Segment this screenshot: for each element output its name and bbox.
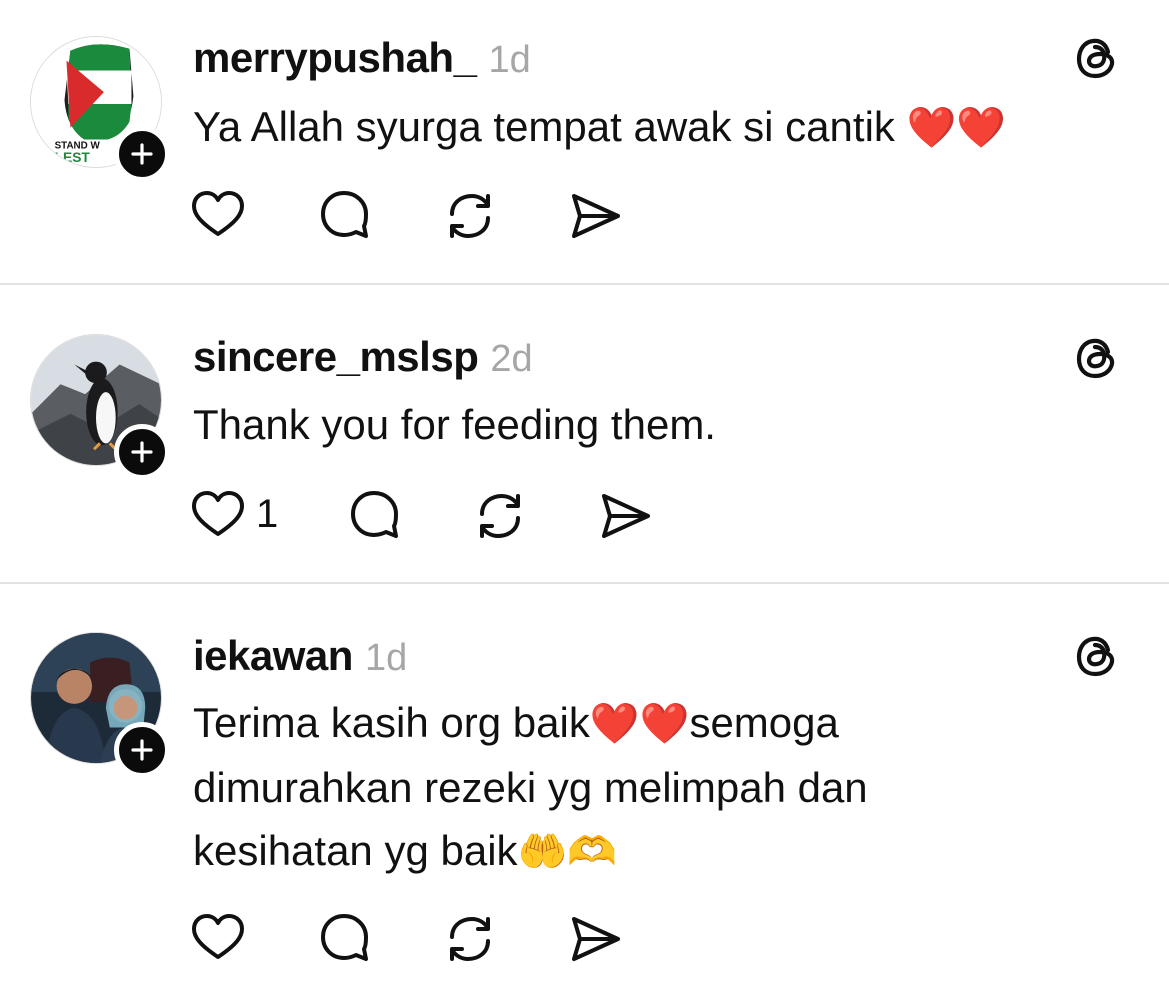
repost-button[interactable] bbox=[442, 188, 498, 244]
heart-outline-icon bbox=[192, 914, 244, 959]
share-button[interactable] bbox=[598, 488, 654, 544]
username[interactable]: iekawan bbox=[193, 632, 353, 680]
text-segment: kesihatan yg baik bbox=[193, 827, 518, 874]
post-3: iekawan 1d Terima kasih org baik❤️❤️semo… bbox=[0, 584, 1169, 999]
svg-text:LEST: LEST bbox=[55, 150, 91, 165]
post-text-line-1: Terima kasih org baik❤️❤️semoga bbox=[193, 691, 1093, 756]
reply-button[interactable] bbox=[318, 911, 374, 967]
heart-outline-icon bbox=[192, 191, 244, 236]
repost-arrows-icon bbox=[480, 494, 520, 538]
timestamp: 2d bbox=[490, 338, 533, 380]
repost-button[interactable] bbox=[442, 911, 498, 967]
threads-logo-icon[interactable] bbox=[1072, 630, 1122, 680]
username[interactable]: merrypushah_ bbox=[193, 34, 477, 82]
post-header: iekawan 1d bbox=[193, 632, 408, 680]
red-heart-emoji: ❤️❤️ bbox=[906, 105, 1007, 151]
reply-button[interactable] bbox=[318, 188, 374, 244]
threads-logo-icon[interactable] bbox=[1072, 32, 1122, 82]
paper-plane-icon bbox=[572, 194, 620, 238]
text-segment: semoga bbox=[689, 699, 839, 746]
avatar-iekawan[interactable] bbox=[30, 632, 170, 778]
paper-plane-icon bbox=[572, 917, 620, 961]
hands-emoji: 🤲🫶 bbox=[517, 829, 618, 875]
follow-button[interactable] bbox=[114, 722, 170, 778]
like-button[interactable] bbox=[190, 911, 246, 967]
share-button[interactable] bbox=[568, 911, 624, 967]
username[interactable]: sincere_mslsp bbox=[193, 333, 479, 381]
plus-icon bbox=[131, 739, 153, 761]
text-segment: Terima kasih org baik bbox=[193, 699, 590, 746]
post-1: STAND W LEST merrypushah_ 1d Ya Allah sy… bbox=[0, 0, 1169, 284]
paper-plane-icon bbox=[602, 494, 650, 538]
post-text: Terima kasih org baik❤️❤️semoga dimurahk… bbox=[193, 691, 1093, 884]
post-header: merrypushah_ 1d bbox=[193, 34, 531, 82]
follow-button[interactable] bbox=[114, 126, 170, 182]
post-text-line-2: dimurahkan rezeki yg melimpah dan bbox=[193, 764, 868, 811]
post-text-line-3: kesihatan yg baik🤲🫶 bbox=[193, 819, 1093, 884]
speech-bubble-icon bbox=[351, 491, 398, 538]
repost-arrows-icon bbox=[450, 917, 490, 961]
threads-logo-icon[interactable] bbox=[1072, 332, 1122, 382]
post-text-line: Ya Allah syurga tempat awak si cantik bbox=[193, 103, 895, 150]
like-count: 1 bbox=[256, 492, 279, 536]
like-button[interactable] bbox=[190, 188, 246, 244]
post-text-line: Thank you for feeding them. bbox=[193, 401, 716, 448]
reply-button[interactable] bbox=[348, 488, 404, 544]
follow-button[interactable] bbox=[114, 424, 170, 480]
plus-icon bbox=[131, 441, 153, 463]
avatar-sincere[interactable] bbox=[30, 334, 170, 480]
repost-arrows-icon bbox=[450, 194, 490, 238]
like-button[interactable] bbox=[190, 488, 246, 544]
timestamp: 1d bbox=[364, 637, 408, 679]
post-header: sincere_mslsp 2d bbox=[193, 333, 533, 381]
heart-outline-icon bbox=[192, 491, 244, 536]
post-text: Thank you for feeding them. bbox=[193, 393, 1093, 456]
post-2: sincere_mslsp 2d Thank you for feeding t… bbox=[0, 285, 1169, 583]
red-heart-emoji: ❤️❤️ bbox=[589, 701, 690, 747]
repost-button[interactable] bbox=[472, 488, 528, 544]
post-text: Ya Allah syurga tempat awak si cantik ❤️… bbox=[193, 95, 1093, 160]
share-button[interactable] bbox=[568, 188, 624, 244]
speech-bubble-icon bbox=[321, 191, 368, 238]
plus-icon bbox=[131, 143, 153, 165]
speech-bubble-icon bbox=[321, 914, 368, 961]
avatar-merrypushah[interactable]: STAND W LEST bbox=[30, 36, 170, 182]
timestamp: 1d bbox=[488, 39, 531, 81]
